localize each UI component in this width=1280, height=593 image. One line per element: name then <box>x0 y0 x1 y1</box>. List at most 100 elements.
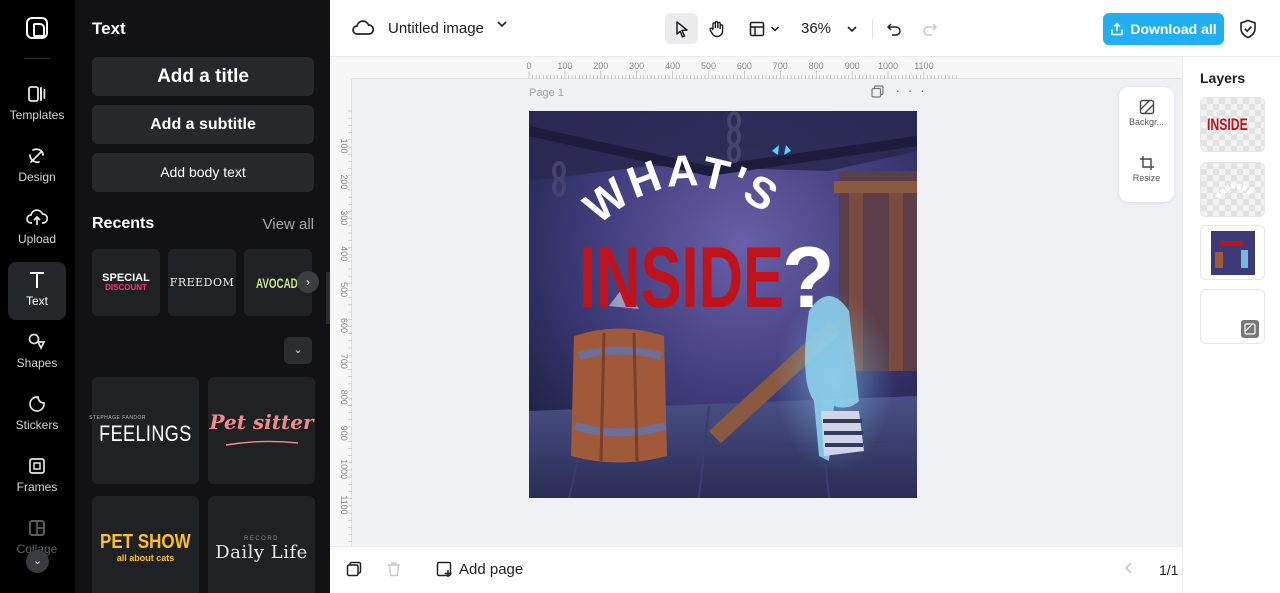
ruler-tick-label: 100 <box>557 61 572 71</box>
recent-text-line: SPECIAL <box>102 271 150 284</box>
floating-tools: Backgr... Resize <box>1119 87 1174 202</box>
ruler-tick-label: 600 <box>339 318 349 333</box>
rail-label: Stickers <box>15 418 59 432</box>
ruler-tick-label: 500 <box>701 61 716 71</box>
layer-whats-text[interactable] <box>1200 162 1265 217</box>
recents-chevron-right-icon[interactable]: › <box>297 271 319 293</box>
ruler-tick-label: 1100 <box>914 61 933 71</box>
document-title[interactable]: Untitled image <box>388 20 484 37</box>
resize-tool[interactable]: Resize <box>1119 155 1174 183</box>
zoom-level[interactable]: 36% <box>801 20 831 37</box>
vertical-ruler: 100 200 300 400 500 600 700 800 900 1000 1100 <box>330 79 352 546</box>
resize-icon <box>1139 156 1154 170</box>
add-page-label: Add page <box>459 561 524 578</box>
template-daily-life[interactable]: RECORD Daily Life <box>208 496 315 593</box>
chevron-down-icon <box>770 25 779 32</box>
ruler-tick-label: 300 <box>339 210 349 225</box>
design-icon <box>8 146 66 170</box>
rail-item-design[interactable]: Design <box>8 138 66 196</box>
rail-divider <box>24 58 50 59</box>
view-all-link[interactable]: View all <box>263 216 314 233</box>
template-pet-sitter[interactable]: Pet sitter <box>208 377 315 484</box>
undo-button[interactable] <box>882 13 906 44</box>
layers-panel: Layers INSIDE <box>1182 57 1280 593</box>
rail-label: Text <box>25 294 48 308</box>
recents-heading: Recents <box>92 215 155 232</box>
title-chevron-down-icon[interactable] <box>496 18 508 33</box>
template-pet-show[interactable]: PET SHOW all about cats <box>92 496 199 593</box>
shapes-icon <box>8 332 66 356</box>
ruler-tick-label: 900 <box>339 426 349 441</box>
template-headline: FEELINGS <box>99 420 192 446</box>
copy-page-icon[interactable] <box>346 561 362 581</box>
add-title-button[interactable]: Add a title <box>92 57 314 96</box>
rail-item-templates[interactable]: Templates <box>8 76 66 134</box>
vertical-ruler-ticks: 100 200 300 400 500 600 700 800 900 1000 1100 <box>339 110 352 543</box>
background-tool[interactable]: Backgr... <box>1119 99 1174 127</box>
redo-button[interactable] <box>918 13 942 44</box>
canvas-workspace[interactable]: 0 100 200 300 400 500 600 700 800 900 1000 1100 100… <box>330 57 1182 546</box>
horizontal-ruler-ticks: 0 100 200 300 400 500 600 700 800 900 1000 1100 <box>526 61 957 79</box>
rail-item-stickers[interactable]: Stickers <box>8 386 66 444</box>
text-panel: Text Add a title Add a subtitle Add body… <box>75 0 330 593</box>
stickers-icon <box>8 394 66 418</box>
zoom-chevron-down-icon[interactable] <box>842 13 862 44</box>
more-options-icon[interactable]: ··· <box>896 83 933 98</box>
shield-check-icon[interactable] <box>1239 19 1257 39</box>
rail-label: Templates <box>9 108 65 122</box>
top-toolbar: Untitled image 36% Download all <box>330 0 1280 57</box>
layer-background-image[interactable] <box>1200 225 1265 280</box>
page-label: Page 1 <box>529 87 564 99</box>
recent-text-special-discount[interactable]: SPECIAL DISCOUNT <box>92 249 160 316</box>
template-feelings[interactable]: STEPHAGE FANDOR FEELINGS <box>89 377 199 484</box>
add-page-button[interactable]: Add page <box>436 561 523 578</box>
layout-tool-button[interactable] <box>744 13 784 44</box>
ruler-tick-label: 200 <box>593 61 608 71</box>
layer-inside-text[interactable]: INSIDE <box>1200 97 1265 152</box>
app-logo-icon[interactable] <box>26 17 48 39</box>
rail-item-text[interactable]: Text <box>8 262 66 320</box>
ruler-tick-label: 400 <box>665 61 680 71</box>
ruler-tick-label: 1000 <box>878 61 898 71</box>
rail-label: Frames <box>16 480 58 494</box>
hand-tool-button[interactable] <box>702 13 732 44</box>
template-headline: Pet sitter <box>209 409 314 434</box>
rail-item-frames[interactable]: Frames <box>8 448 66 506</box>
upload-icon <box>8 208 66 232</box>
text-icon <box>8 270 66 294</box>
rail-item-upload[interactable]: Upload <box>8 200 66 258</box>
recent-text-freedom[interactable]: FREEDOM <box>168 249 236 316</box>
resize-label: Resize <box>1132 173 1161 183</box>
layers-title: Layers <box>1200 70 1246 86</box>
ruler-tick-label: 500 <box>339 282 349 297</box>
rail-label: Design <box>18 170 56 184</box>
download-label: Download all <box>1130 21 1217 37</box>
ruler-tick-label: 200 <box>339 174 349 189</box>
expand-chevron-down-icon[interactable]: ⌄ <box>284 337 312 364</box>
download-all-button[interactable]: Download all <box>1103 13 1224 45</box>
headline-inside: INSIDE <box>579 230 784 326</box>
artboard-page-1[interactable]: WHAT'S INSIDE ? <box>529 111 917 498</box>
hand-icon <box>709 20 724 37</box>
ruler-corner <box>330 57 352 79</box>
frames-icon <box>8 456 66 480</box>
add-body-text-button[interactable]: Add body text <box>92 153 314 192</box>
rail-item-shapes[interactable]: Shapes <box>8 324 66 382</box>
cloud-sync-icon[interactable] <box>352 18 374 38</box>
delete-page-trash-icon[interactable] <box>386 561 402 581</box>
add-subtitle-button[interactable]: Add a subtitle <box>92 105 314 144</box>
template-headline: Daily Life <box>215 542 308 563</box>
background-label: Backgr... <box>1128 117 1164 127</box>
ruler-tick-label: 800 <box>809 61 824 71</box>
duplicate-page-icon[interactable] <box>871 85 896 101</box>
rail-more-chevron-down-icon[interactable]: ⌄ <box>26 550 49 573</box>
ruler-tick-label: 700 <box>773 61 788 71</box>
select-tool-button[interactable] <box>665 13 698 44</box>
background-icon <box>1139 99 1154 115</box>
prev-page-chevron-left-icon[interactable] <box>1124 561 1134 579</box>
left-rail: Templates Design Upload Text Shapes Stic… <box>0 0 75 593</box>
layer-thumb-text: INSIDE <box>1207 115 1248 134</box>
background-badge-icon <box>1241 320 1259 338</box>
layer-page-background[interactable] <box>1200 289 1265 344</box>
collage-icon <box>8 518 66 542</box>
